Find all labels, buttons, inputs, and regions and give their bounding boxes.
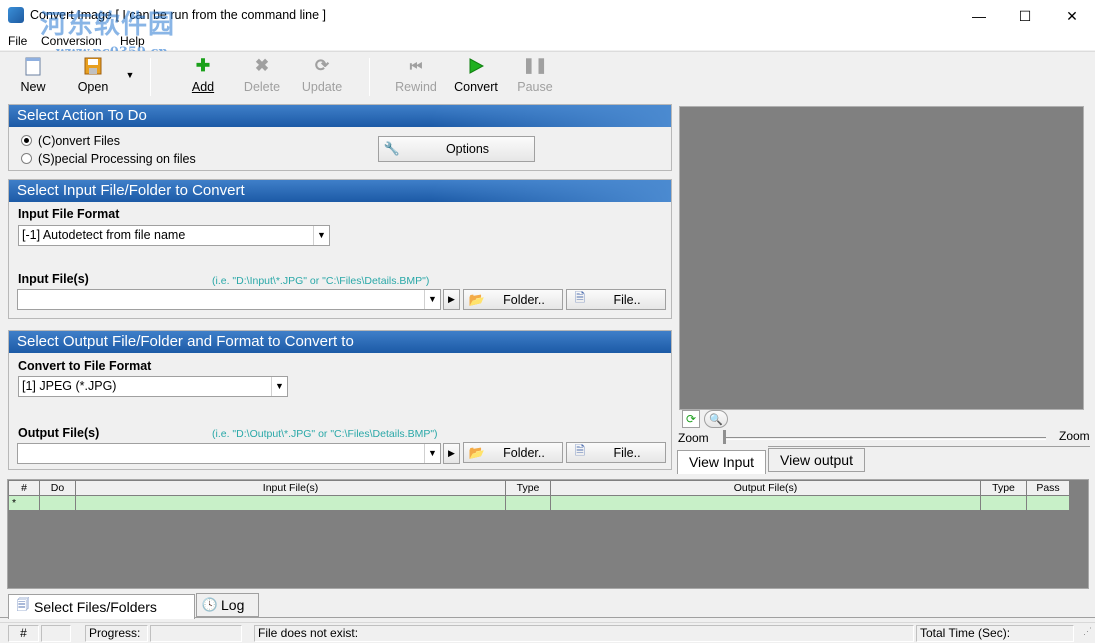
- toolbar-separator: [150, 58, 151, 96]
- table-cell[interactable]: [1026, 495, 1070, 511]
- file-icon: 🗎: [574, 289, 586, 305]
- output-folder-button[interactable]: 📂 Folder..: [463, 442, 563, 463]
- output-panel-header: Select Output File/Folder and Format to …: [9, 331, 671, 353]
- folder-icon: 📂: [468, 291, 486, 307]
- output-format-label: Convert to File Format: [18, 359, 152, 373]
- minimize-button[interactable]: —: [956, 0, 1002, 32]
- convert-button[interactable]: Convert: [450, 56, 502, 98]
- input-files-field[interactable]: ▼: [17, 289, 441, 310]
- input-file-button[interactable]: 🗎 File..: [566, 289, 666, 310]
- table-cell[interactable]: [550, 495, 981, 511]
- tab-log[interactable]: 🕓 Log: [196, 593, 259, 617]
- new-file-icon: [23, 56, 43, 76]
- special-processing-radio[interactable]: [21, 153, 32, 164]
- table-cell[interactable]: [980, 495, 1027, 511]
- open-dropdown-arrow[interactable]: ▼: [124, 70, 136, 80]
- output-arrow-button[interactable]: ▶: [443, 443, 460, 464]
- menu-file[interactable]: File: [8, 34, 27, 48]
- column-header[interactable]: Output File(s): [550, 480, 981, 496]
- status-message: File does not exist:: [254, 625, 914, 642]
- status-progress-label: Progress:: [85, 625, 148, 642]
- resize-grip-icon[interactable]: ⋰: [1078, 626, 1092, 640]
- input-arrow-button[interactable]: ▶: [443, 289, 460, 310]
- toolbar-separator: [369, 58, 370, 96]
- image-preview: [679, 106, 1084, 410]
- chevron-down-icon: ▼: [271, 377, 287, 396]
- close-button[interactable]: ✕: [1049, 0, 1095, 32]
- open-button[interactable]: Open: [67, 56, 119, 98]
- zoom-label-left: Zoom: [678, 431, 709, 445]
- output-file-button[interactable]: 🗎 File..: [566, 442, 666, 463]
- column-header[interactable]: #: [8, 480, 40, 496]
- input-folder-button[interactable]: 📂 Folder..: [463, 289, 563, 310]
- zoom-label-right: Zoom: [1059, 429, 1090, 443]
- delete-x-icon: ✖: [254, 56, 270, 75]
- new-button[interactable]: New: [7, 56, 59, 98]
- options-button[interactable]: 🔧 Options: [378, 136, 535, 162]
- tab-baseline: [768, 446, 1090, 447]
- table-row[interactable]: *: [8, 495, 1070, 511]
- rewind-button[interactable]: ⏮ Rewind: [390, 56, 442, 98]
- add-button[interactable]: ✚ Add: [177, 56, 229, 98]
- table-cell[interactable]: [75, 495, 506, 511]
- column-header[interactable]: Type: [980, 480, 1027, 496]
- maximize-button[interactable]: ☐: [1002, 0, 1048, 32]
- convert-files-label[interactable]: (C)onvert Files: [38, 134, 120, 148]
- column-header[interactable]: Do: [39, 480, 76, 496]
- file-grid: # Do Input File(s) Type Output File(s) T…: [8, 480, 1070, 511]
- status-count: [41, 625, 71, 642]
- output-format-select[interactable]: [1] JPEG (*.JPG) ▼: [18, 376, 288, 397]
- zoom-slider-track[interactable]: [726, 437, 1046, 440]
- pause-button[interactable]: ❚❚ Pause: [509, 56, 561, 98]
- input-format-select[interactable]: [-1] Autodetect from file name ▼: [18, 225, 330, 246]
- view-output-tab[interactable]: View output: [768, 448, 865, 472]
- input-panel-header: Select Input File/Folder to Convert: [9, 180, 671, 202]
- input-hint: (i.e. "D:\Input\*.JPG" or "C:\Files\Deta…: [212, 275, 430, 287]
- output-files-label: Output File(s): [18, 426, 100, 440]
- zoom-magnifier-icon[interactable]: 🔍: [704, 410, 728, 428]
- options-icon: 🔧: [383, 141, 401, 156]
- chevron-down-icon: ▼: [424, 290, 440, 309]
- save-disk-icon: [83, 56, 103, 76]
- view-input-tab[interactable]: View Input: [677, 450, 766, 474]
- tab-select-files[interactable]: 🗐 Select Files/Folders: [8, 594, 195, 619]
- plus-icon: ✚: [195, 56, 211, 75]
- output-files-field[interactable]: ▼: [17, 443, 441, 464]
- column-header[interactable]: Pass: [1026, 480, 1070, 496]
- convert-files-radio[interactable]: [21, 135, 32, 146]
- play-icon: [466, 56, 486, 76]
- column-header[interactable]: Type: [505, 480, 551, 496]
- app-icon: [8, 7, 24, 23]
- watermark-logo: 河东软件园: [40, 10, 176, 40]
- status-progress-bar: [150, 625, 242, 642]
- files-icon: 🗐: [16, 597, 30, 612]
- chevron-down-icon: ▼: [424, 444, 440, 463]
- clock-icon: 🕓: [201, 597, 219, 612]
- folder-icon: 📂: [468, 444, 486, 460]
- delete-button[interactable]: ✖ Delete: [236, 56, 288, 98]
- refresh-icon: ⟳: [314, 56, 330, 75]
- pause-icon: ❚❚: [522, 57, 548, 74]
- output-hint: (i.e. "D:\Output\*.JPG" or "C:\Files\Det…: [212, 428, 438, 440]
- status-hash: #: [8, 625, 39, 642]
- action-panel-header: Select Action To Do: [9, 105, 671, 127]
- zoom-slider-thumb[interactable]: [723, 430, 726, 444]
- table-cell[interactable]: [505, 495, 551, 511]
- status-total-time: Total Time (Sec):: [916, 625, 1074, 642]
- file-icon: 🗎: [574, 442, 586, 458]
- table-cell[interactable]: *: [8, 495, 40, 511]
- update-button[interactable]: ⟳ Update: [296, 56, 348, 98]
- column-header[interactable]: Input File(s): [75, 480, 506, 496]
- input-format-label: Input File Format: [18, 207, 120, 221]
- special-processing-label[interactable]: (S)pecial Processing on files: [38, 152, 196, 166]
- refresh-preview-icon[interactable]: ⟳: [682, 410, 700, 428]
- rewind-icon: ⏮: [409, 58, 423, 74]
- chevron-down-icon: ▼: [313, 226, 329, 245]
- input-files-label: Input File(s): [18, 272, 89, 286]
- table-cell[interactable]: [39, 495, 76, 511]
